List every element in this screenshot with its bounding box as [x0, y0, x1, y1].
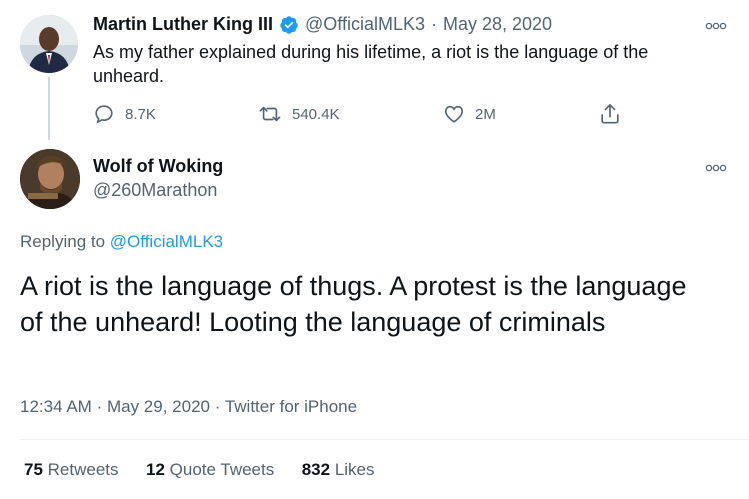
share-button[interactable] — [599, 102, 621, 131]
like-icon — [444, 105, 464, 123]
author-name[interactable]: Martin Luther King III — [93, 14, 273, 35]
more-options-button[interactable] — [705, 18, 727, 36]
share-icon — [601, 104, 619, 124]
like-count: 2M — [475, 105, 496, 123]
more-icon — [705, 22, 727, 30]
likes-stat[interactable]: 832 Likes — [302, 460, 375, 479]
quote-tweets-label: Quote Tweets — [169, 460, 275, 479]
replying-to-line: Replying to @OfficialMLK3 — [20, 232, 223, 252]
retweets-count: 75 — [24, 460, 43, 479]
tweet-text: A riot is the language of thugs. A prote… — [20, 271, 687, 337]
replying-to-label: Replying to — [20, 232, 106, 251]
dot-separator: · — [214, 397, 221, 416]
tweet-date[interactable]: May 29, 2020 — [107, 397, 210, 416]
tweet-text: As my father explained during his lifeti… — [93, 42, 649, 86]
stats-row: 75 Retweets 12 Quote Tweets 832 Likes — [24, 460, 375, 480]
author-handle[interactable]: @260Marathon — [93, 180, 217, 201]
dot-separator: · — [430, 14, 437, 34]
tweet-meta: 12:34 AM · May 29, 2020 · Twitter for iP… — [20, 397, 357, 417]
retweet-button[interactable]: 540.4K — [258, 103, 340, 125]
tweet-date[interactable]: May 28, 2020 — [443, 14, 552, 35]
reply-count: 8.7K — [125, 105, 156, 123]
reply-button[interactable]: 8.7K — [93, 103, 156, 125]
likes-label: Likes — [334, 460, 375, 479]
avatar-mlk3[interactable] — [20, 15, 78, 73]
tweet-time[interactable]: 12:34 AM — [20, 397, 92, 416]
tweet-source[interactable]: Twitter for iPhone — [225, 397, 357, 416]
replying-to-handle-link[interactable]: @OfficialMLK3 — [110, 232, 223, 251]
quote-tweets-count: 12 — [146, 460, 165, 479]
like-button[interactable]: 2M — [443, 103, 496, 125]
thread-connector-line — [48, 77, 50, 140]
quote-tweets-stat[interactable]: 12 Quote Tweets — [146, 460, 279, 479]
retweet-icon — [259, 106, 281, 122]
author-name[interactable]: Wolf of Woking — [93, 156, 223, 177]
more-options-button[interactable] — [705, 160, 727, 178]
avatar-image — [20, 15, 78, 73]
retweets-label: Retweets — [47, 460, 119, 479]
retweet-count: 540.4K — [292, 105, 340, 123]
divider — [20, 439, 749, 440]
dot-separator: · — [96, 397, 103, 416]
avatar-260marathon[interactable] — [20, 149, 80, 209]
reply-icon — [95, 105, 113, 124]
author-handle[interactable]: @OfficialMLK3 — [305, 14, 425, 35]
verified-icon — [279, 15, 299, 35]
retweets-stat[interactable]: 75 Retweets — [24, 460, 123, 479]
likes-count: 832 — [301, 460, 331, 479]
avatar-image — [20, 149, 80, 209]
more-icon — [705, 164, 727, 172]
